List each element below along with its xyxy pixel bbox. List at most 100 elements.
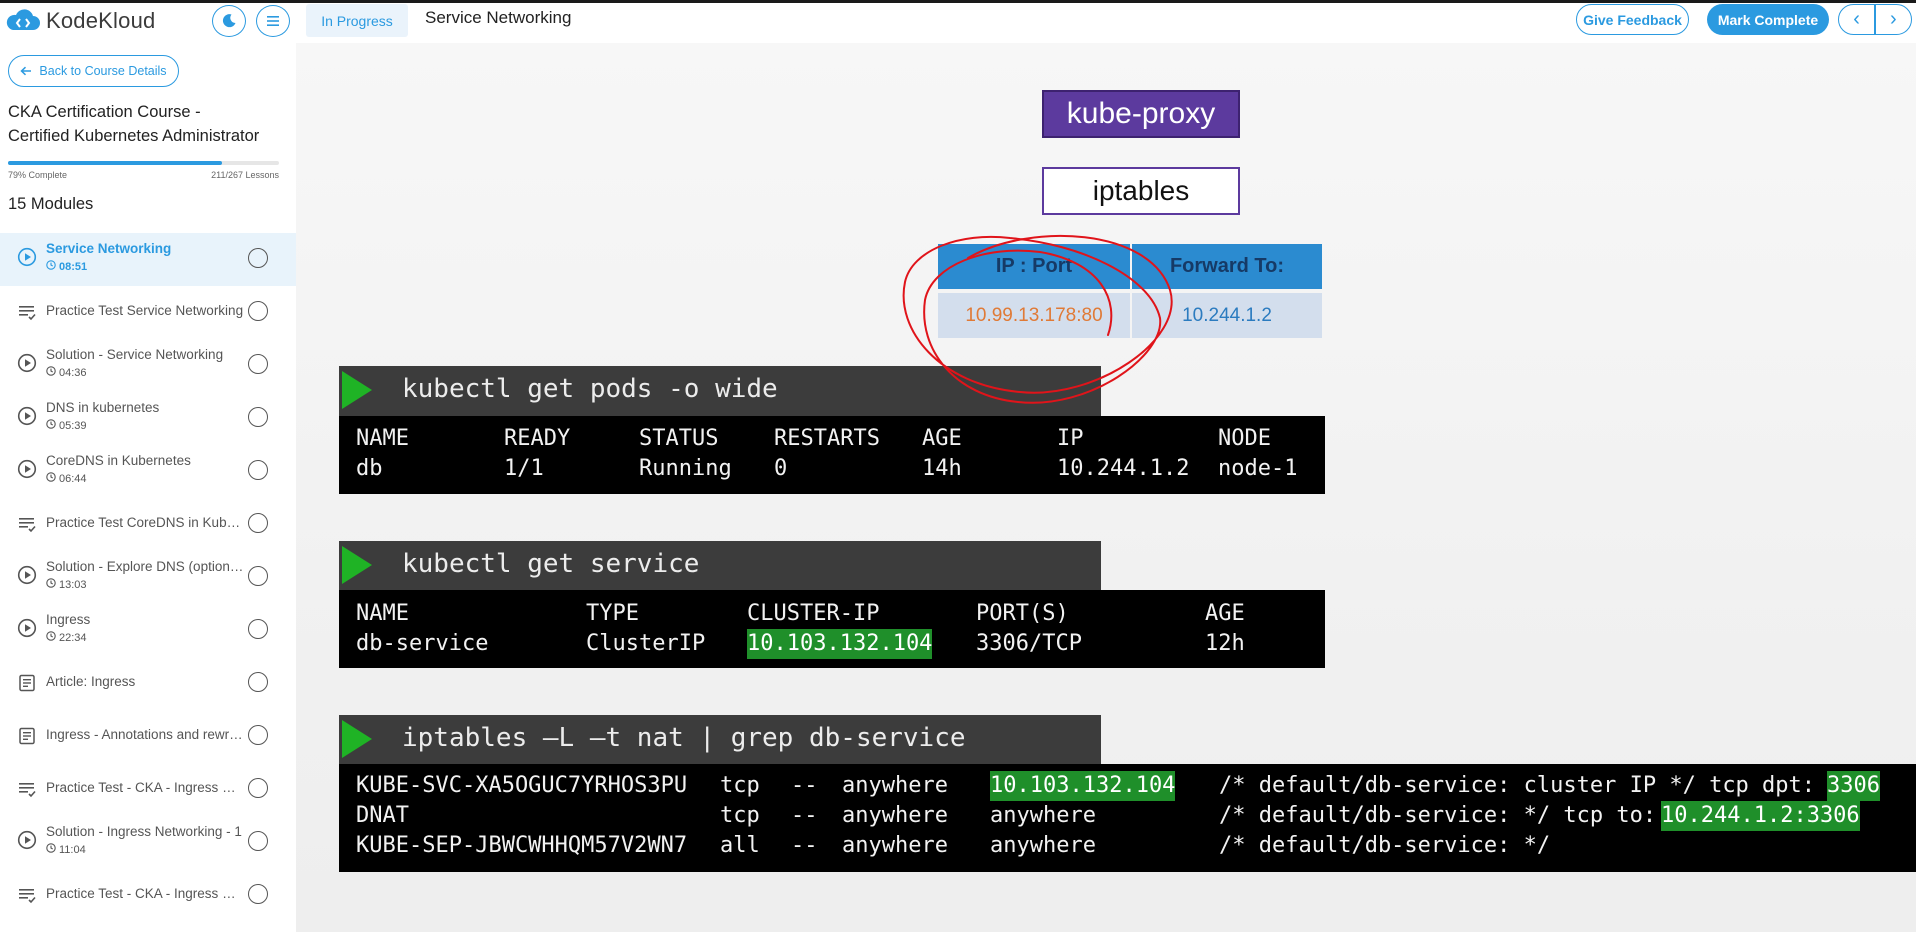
- lesson-complete-checkbox[interactable]: [248, 354, 268, 374]
- terminal-data-cell: node-1: [1218, 456, 1298, 481]
- terminal-header-cell: CLUSTER-IP: [747, 601, 880, 626]
- command-text: iptables –L –t nat | grep db-service: [402, 723, 966, 753]
- highlighted-cluster-ip: 10.103.132.104: [990, 771, 1176, 801]
- sidebar-lesson-item[interactable]: Service Networking 08:51: [0, 233, 296, 286]
- iptables-box: iptables: [1042, 167, 1240, 215]
- lesson-duration: 22:34: [46, 631, 87, 644]
- lesson-duration-text: 06:44: [59, 472, 87, 485]
- forward-table-ip-cell: 10.99.13.178:80: [938, 293, 1130, 338]
- command-bar-get-service: kubectl get service: [339, 541, 1101, 591]
- lesson-complete-checkbox[interactable]: [248, 725, 268, 745]
- lesson-complete-checkbox[interactable]: [248, 778, 268, 798]
- lesson-complete-checkbox[interactable]: [248, 831, 268, 851]
- terminal-data-cell: 10.244.1.2: [1057, 456, 1190, 481]
- forward-table-header-ip: IP : Port: [938, 244, 1130, 289]
- lesson-complete-checkbox[interactable]: [248, 672, 268, 692]
- sidebar-lesson-item[interactable]: Practice Test CoreDNS in Kubernetes: [0, 498, 296, 551]
- course-title-line-1: CKA Certification Course -: [8, 103, 201, 121]
- kube-proxy-box: kube-proxy: [1042, 90, 1240, 138]
- terminal-data-cell: anywhere: [990, 833, 1096, 858]
- next-lesson-button[interactable]: ›: [1876, 5, 1911, 34]
- clock-icon: [46, 578, 56, 591]
- lesson-duration-text: 11:04: [59, 843, 86, 856]
- lesson-complete-checkbox[interactable]: [248, 619, 268, 639]
- terminal-data-cell: DNAT: [356, 803, 409, 828]
- sidebar-lesson-item[interactable]: Solution - Service Networking 04:36: [0, 339, 296, 392]
- terminal-data-cell: 3306/TCP: [976, 631, 1082, 656]
- terminal-data-cell: ClusterIP: [586, 631, 706, 656]
- play-icon: [16, 829, 38, 851]
- previous-lesson-button[interactable]: ‹: [1839, 5, 1874, 34]
- lesson-label: Solution - Service Networking: [46, 347, 224, 362]
- terminal-data-cell: tcp: [720, 803, 760, 828]
- article-icon: [16, 725, 38, 747]
- dark-mode-toggle[interactable]: [212, 5, 246, 37]
- sidebar-lesson-item[interactable]: Practice Test - CKA - Ingress Networking…: [0, 763, 296, 816]
- lesson-complete-checkbox[interactable]: [248, 460, 268, 480]
- lesson-label: Practice Test - CKA - Ingress Networking…: [46, 886, 244, 901]
- lesson-label: Article: Ingress: [46, 674, 136, 689]
- command-text: kubectl get pods -o wide: [402, 374, 778, 404]
- sidebar-lesson-item[interactable]: Ingress - Annotations and rewrite-target: [0, 710, 296, 763]
- sidebar-lesson-item[interactable]: Solution - Ingress Networking - 1 11:04: [0, 816, 296, 869]
- clock-icon: [46, 366, 56, 379]
- terminal-header-cell: AGE: [1205, 601, 1245, 626]
- play-triangle-icon: [342, 720, 372, 758]
- lesson-complete-checkbox[interactable]: [248, 301, 268, 321]
- lesson-label: DNS in kubernetes: [46, 400, 160, 415]
- back-to-course-label: Back to Course Details: [39, 64, 167, 78]
- menu-toggle[interactable]: [256, 5, 290, 37]
- terminal-data-cell: --: [791, 773, 818, 798]
- sidebar-lesson-item[interactable]: Ingress 22:34: [0, 604, 296, 657]
- terminal-data-cell: anywhere: [842, 833, 948, 858]
- command-bar-iptables: iptables –L –t nat | grep db-service: [339, 715, 1101, 765]
- course-progress-bar: [8, 161, 279, 165]
- terminal-header-cell: STATUS: [639, 426, 719, 451]
- lessons-count-label: 211/267 Lessons: [211, 170, 279, 180]
- lesson-duration: 06:44: [46, 472, 87, 485]
- back-to-course-button[interactable]: Back to Course Details: [8, 55, 179, 87]
- page-title: Service Networking: [425, 8, 572, 27]
- sidebar-lesson-item[interactable]: CoreDNS in Kubernetes 06:44: [0, 445, 296, 498]
- highlighted-endpoint: 10.244.1.2:3306: [1661, 801, 1860, 831]
- quiz-list-icon: [16, 884, 38, 906]
- terminal-data-cell: anywhere: [842, 803, 948, 828]
- terminal-header-cell: AGE: [922, 426, 962, 451]
- sidebar-lesson-item[interactable]: Practice Test Service Networking: [0, 286, 296, 339]
- progress-percent-label: 79% Complete: [8, 170, 68, 180]
- top-header: KodeKloud In Progress Service Networking…: [0, 3, 1916, 43]
- logo-text: KodeKloud: [46, 8, 156, 33]
- terminal-data-cell: tcp: [720, 773, 760, 798]
- play-icon: [16, 352, 38, 374]
- lesson-duration-text: 05:39: [59, 419, 87, 432]
- terminal-output-pods: NAME READY STATUS RESTARTS AGE IP NODE d…: [339, 416, 1325, 494]
- hamburger-icon: [267, 16, 279, 26]
- clock-icon: [46, 419, 56, 432]
- play-icon: [16, 617, 38, 639]
- lesson-complete-checkbox[interactable]: [248, 566, 268, 586]
- lesson-duration-text: 22:34: [59, 631, 87, 644]
- terminal-data-cell: db: [356, 456, 383, 481]
- lesson-complete-checkbox[interactable]: [248, 513, 268, 533]
- clock-icon: [46, 843, 56, 856]
- lesson-complete-checkbox[interactable]: [248, 407, 268, 427]
- sidebar-lesson-item[interactable]: DNS in kubernetes 05:39: [0, 392, 296, 445]
- sidebar-lesson-item[interactable]: Article: Ingress: [0, 657, 296, 710]
- terminal-data-cell: 14h: [922, 456, 962, 481]
- sidebar-lesson-item[interactable]: Practice Test - CKA - Ingress Networking…: [0, 869, 296, 922]
- terminal-header-cell: NAME: [356, 426, 409, 451]
- terminal-header-cell: READY: [504, 426, 571, 451]
- lesson-duration-text: 13:03: [59, 578, 87, 591]
- clock-icon: [46, 472, 56, 485]
- mark-complete-button[interactable]: Mark Complete: [1707, 4, 1829, 35]
- sidebar-lesson-item[interactable]: Solution - Explore DNS (optional) 13:03: [0, 551, 296, 604]
- lesson-complete-checkbox[interactable]: [248, 884, 268, 904]
- play-triangle-icon: [342, 371, 372, 409]
- play-icon: [16, 564, 38, 586]
- kodekloud-logo[interactable]: KodeKloud: [4, 6, 155, 36]
- lesson-complete-checkbox[interactable]: [248, 248, 268, 268]
- give-feedback-button[interactable]: Give Feedback: [1576, 4, 1689, 35]
- course-title-line-2: Certified Kubernetes Administrator: [8, 127, 260, 145]
- moon-icon: [222, 14, 236, 28]
- lesson-duration-text: 08:51: [59, 260, 88, 273]
